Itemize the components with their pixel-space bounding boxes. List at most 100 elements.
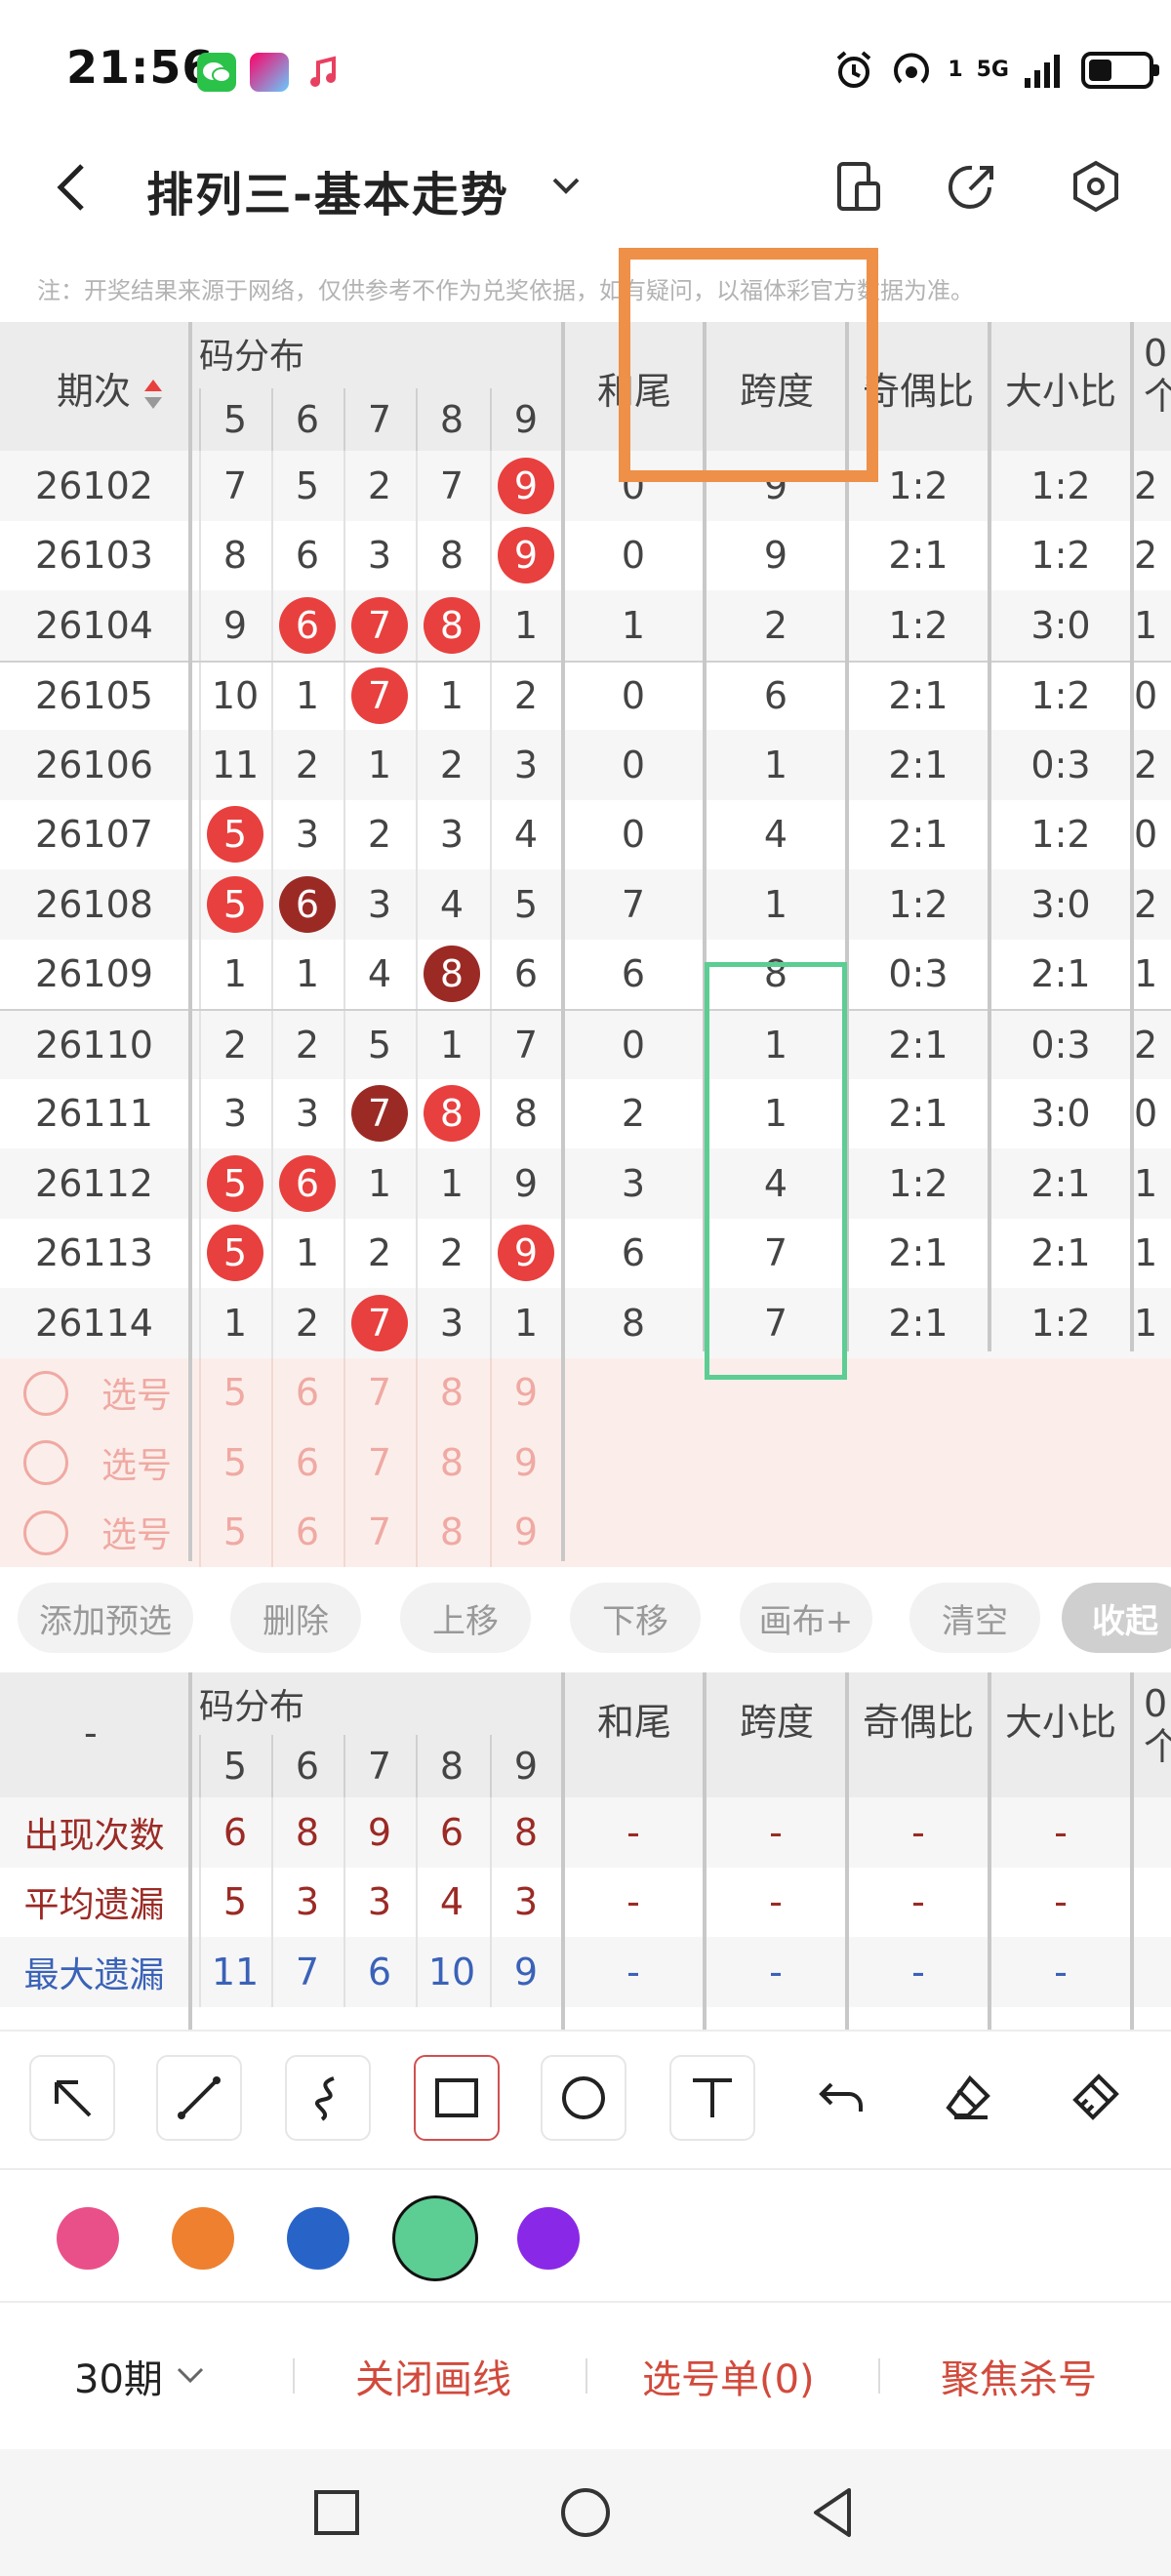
hit-ball: 8 xyxy=(424,1085,480,1143)
stats-digit-header-7: 7 xyxy=(343,1735,414,1797)
digit-cell-7: 1 xyxy=(343,1148,414,1219)
pick-row[interactable]: 选号 5 6 7 8 9 xyxy=(0,1497,1171,1567)
focus-kill-button[interactable]: 聚焦杀号 xyxy=(941,2303,1097,2449)
curve-tool-icon[interactable] xyxy=(285,2055,371,2141)
color-blue[interactable] xyxy=(287,2207,349,2270)
circle-tool-icon[interactable] xyxy=(541,2055,626,2141)
clear-button[interactable]: 清空 xyxy=(909,1583,1040,1653)
system-nav-bar xyxy=(0,2449,1171,2576)
stats-label: 最大遗漏 xyxy=(23,1954,165,1995)
digit-cell-5: 11 xyxy=(199,730,269,800)
pick-list-button[interactable]: 选号单(0) xyxy=(642,2303,815,2449)
pick-radio-icon[interactable] xyxy=(23,1440,68,1485)
period-header[interactable]: 期次 xyxy=(57,361,164,415)
pick-digit-8[interactable]: 8 xyxy=(416,1357,486,1428)
network-type: 5G xyxy=(976,58,1009,82)
arrow-tool-icon[interactable] xyxy=(29,2055,115,2141)
digit-cell-9: 1 xyxy=(490,1288,560,1358)
hit-ball: 7 xyxy=(351,596,408,654)
color-orange[interactable] xyxy=(172,2207,234,2270)
orange-rectangle-annotation xyxy=(619,248,878,482)
hit-ball: 9 xyxy=(498,457,554,514)
stats-value: 3 xyxy=(490,1867,560,1937)
stats-value: 8 xyxy=(271,1797,342,1868)
eraser-icon[interactable] xyxy=(925,2055,1011,2141)
pick-digit-6[interactable]: 6 xyxy=(271,1428,342,1498)
pick-digit-5[interactable]: 5 xyxy=(199,1357,269,1428)
table-row: 26106 11 2 1 2 3 0 1 2:1 0:3 2 xyxy=(0,730,1171,800)
status-bar: 21:56 1 5G xyxy=(0,0,1171,137)
home-icon[interactable] xyxy=(551,2478,620,2547)
pick-digit-7[interactable]: 7 xyxy=(343,1497,414,1567)
pick-radio-icon[interactable] xyxy=(23,1509,68,1555)
digit-cell-9: 3 xyxy=(490,730,560,800)
text-tool-icon[interactable] xyxy=(669,2055,755,2141)
share-icon[interactable] xyxy=(945,158,1001,215)
pick-digit-8[interactable]: 8 xyxy=(416,1497,486,1567)
move-down-button[interactable]: 下移 xyxy=(570,1583,701,1653)
digit-cell-8: 8 xyxy=(416,1078,486,1148)
digit-cell-7: 7 xyxy=(343,662,414,730)
period-cell: 26111 xyxy=(35,1092,153,1136)
digit-cell-7: 2 xyxy=(343,451,414,521)
title-bar: 排列三-基本走势 xyxy=(0,137,1171,234)
stats-table: - 码分布 56789 和尾 跨度 奇偶比 大小比 0个 出现次数 6 8 9 6 8- -… xyxy=(0,1672,1171,2030)
stats-col-cut: 0个 xyxy=(1144,1682,1171,1768)
back-nav-icon[interactable] xyxy=(800,2478,868,2547)
stats-digit-header-8: 8 xyxy=(416,1735,486,1797)
collapse-button[interactable]: 收起 xyxy=(1062,1583,1171,1653)
pick-digit-7[interactable]: 7 xyxy=(343,1357,414,1428)
pick-digit-9[interactable]: 9 xyxy=(490,1357,560,1428)
sort-icon[interactable] xyxy=(142,376,164,413)
digit-cell-6: 2 xyxy=(271,1288,342,1358)
stats-dash: - xyxy=(769,1950,783,1993)
pick-digit-6[interactable]: 6 xyxy=(271,1497,342,1567)
music-icon xyxy=(304,53,343,92)
stats-digit-header-5: 5 xyxy=(199,1735,269,1797)
period-cell: 26108 xyxy=(35,882,153,926)
recent-apps-icon[interactable] xyxy=(303,2478,371,2547)
pick-digit-9[interactable]: 9 xyxy=(490,1497,560,1567)
period-selector[interactable]: 30期 xyxy=(74,2303,210,2449)
pick-digit-6[interactable]: 6 xyxy=(271,1357,342,1428)
pick-row[interactable]: 选号 5 6 7 8 9 xyxy=(0,1357,1171,1428)
hw-cell: 3 xyxy=(621,1161,646,1205)
chevron-down-icon[interactable] xyxy=(546,166,586,205)
canvas-add-button[interactable]: 画布+ xyxy=(740,1583,872,1653)
rectangle-tool-icon[interactable] xyxy=(414,2055,500,2141)
pick-digit-7[interactable]: 7 xyxy=(343,1428,414,1498)
status-icons: 1 5G xyxy=(832,45,1159,96)
digit-cell-5: 5 xyxy=(199,869,269,940)
color-green-selected[interactable] xyxy=(392,2195,478,2281)
close-draw-button[interactable]: 关闭画线 xyxy=(355,2303,511,2449)
move-up-button[interactable]: 上移 xyxy=(400,1583,531,1653)
color-purple[interactable] xyxy=(517,2207,580,2270)
settings-icon[interactable] xyxy=(1068,158,1124,215)
undo-icon[interactable] xyxy=(798,2055,884,2141)
pick-radio-icon[interactable] xyxy=(23,1370,68,1416)
stats-dash: - xyxy=(1054,1810,1068,1854)
pick-digit-5[interactable]: 5 xyxy=(199,1428,269,1498)
pick-digit-9[interactable]: 9 xyxy=(490,1428,560,1498)
digit-cell-8: 4 xyxy=(416,869,486,940)
digit-header-8: 8 xyxy=(416,388,486,451)
pick-digit-8[interactable]: 8 xyxy=(416,1428,486,1498)
line-tool-icon[interactable] xyxy=(156,2055,242,2141)
table-row: 26102 7 5 2 7 9 0 9 1:2 1:2 2 xyxy=(0,451,1171,521)
hit-ball: 7 xyxy=(351,1085,408,1143)
delete-button[interactable]: 删除 xyxy=(230,1583,361,1653)
pick-row[interactable]: 选号 5 6 7 8 9 xyxy=(0,1428,1171,1498)
digit-cell-5: 5 xyxy=(199,799,269,869)
dx-cell: 2:1 xyxy=(1030,1161,1091,1205)
jo-cell: 1:2 xyxy=(888,882,949,926)
clear-brush-icon[interactable] xyxy=(1052,2055,1138,2141)
page-title[interactable]: 排列三-基本走势 xyxy=(146,156,509,224)
dx-cell: 1:2 xyxy=(1030,1301,1091,1345)
back-icon[interactable] xyxy=(49,160,98,215)
digit-header-9: 9 xyxy=(490,388,560,451)
add-preselect-button[interactable]: 添加预选 xyxy=(18,1583,193,1653)
color-pink[interactable] xyxy=(57,2207,119,2270)
pick-digit-5[interactable]: 5 xyxy=(199,1497,269,1567)
stats-col-jiou: 奇偶比 xyxy=(863,1701,975,1744)
device-icon[interactable] xyxy=(829,158,886,215)
